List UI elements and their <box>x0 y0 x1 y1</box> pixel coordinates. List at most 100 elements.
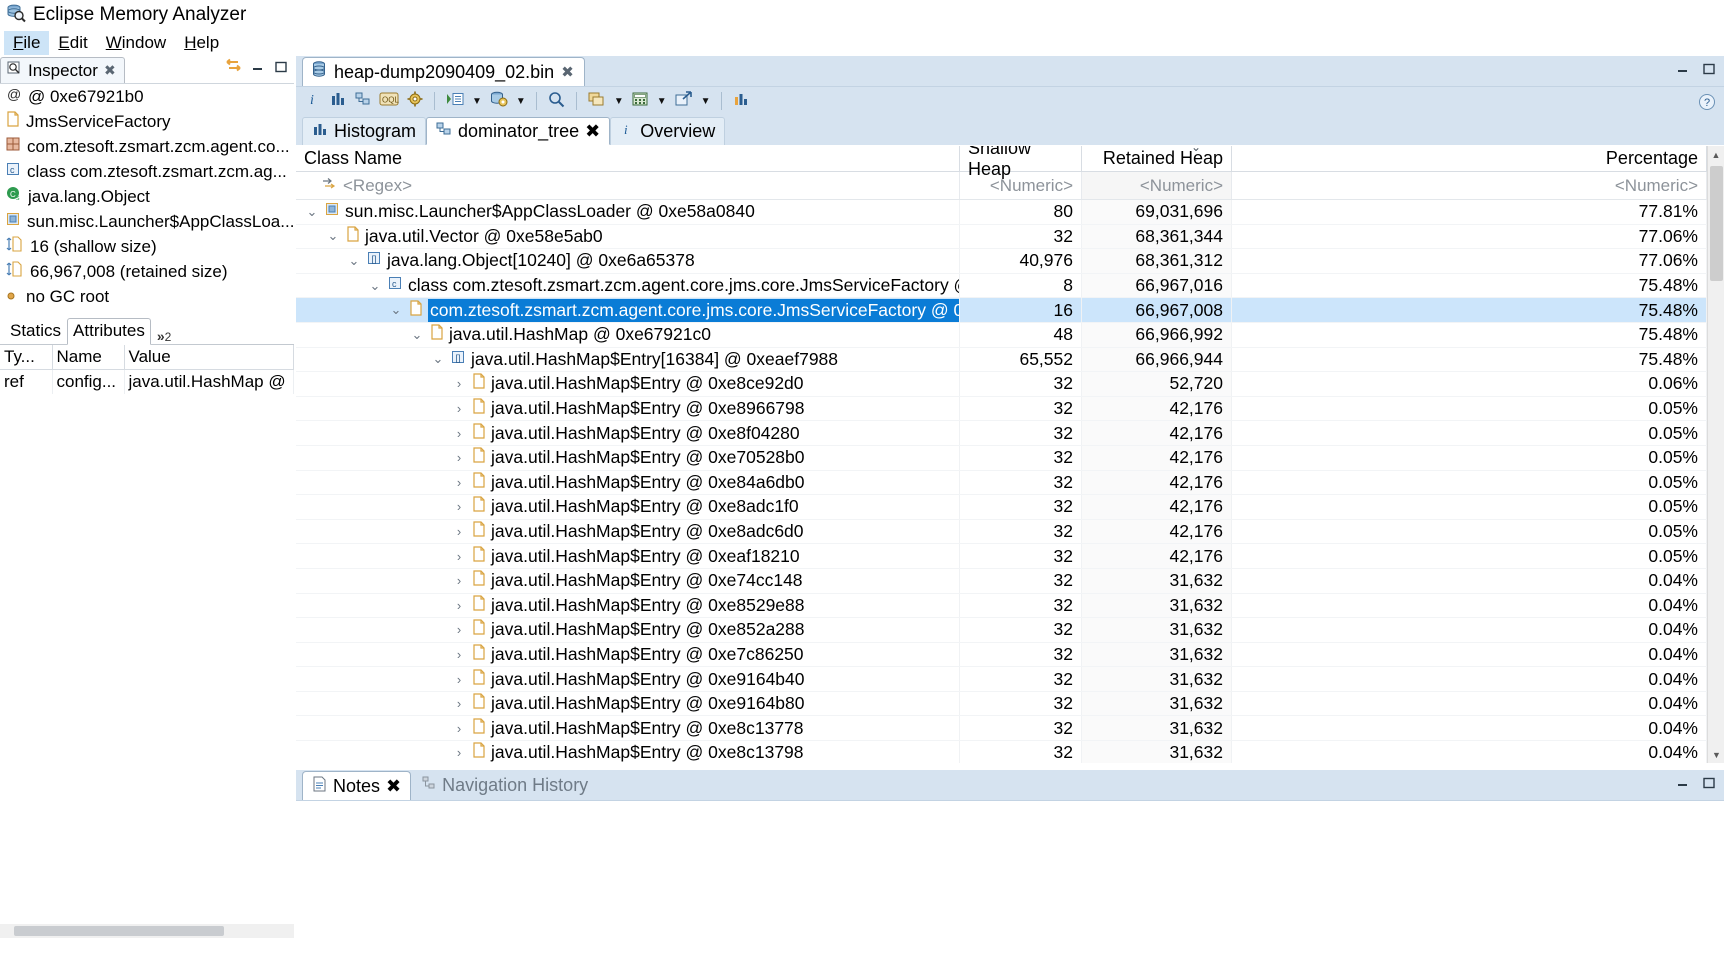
minimize-icon[interactable] <box>1676 774 1690 794</box>
chevron-down-icon[interactable]: ⌄ <box>430 351 446 367</box>
filter-percentage[interactable]: <Numeric> <box>1232 172 1707 199</box>
run-expert-system-icon[interactable] <box>445 90 465 113</box>
info-icon[interactable]: i <box>304 90 322 113</box>
chevron-right-icon[interactable]: › <box>451 672 467 687</box>
tab-notes[interactable]: Notes ✖ <box>302 771 412 800</box>
minimize-icon[interactable] <box>251 58 265 78</box>
chevron-down-icon[interactable]: ▼ <box>657 96 667 107</box>
chevron-right-icon[interactable]: › <box>451 376 467 391</box>
table-row[interactable]: › java.util.HashMap$Entry @ 0xe70528b0 32 4… <box>296 445 1707 471</box>
find-icon[interactable] <box>547 90 566 113</box>
chevron-right-icon[interactable]: › <box>451 573 467 588</box>
table-row[interactable]: ⌄ java.util.Vector @ 0xe58e5ab0 32 68,361,3… <box>296 224 1707 250</box>
filter-class-name[interactable]: <Regex> <box>296 172 960 199</box>
table-row[interactable]: › java.util.HashMap$Entry @ 0xe852a288 32 3… <box>296 618 1707 643</box>
tab-overview[interactable]: i Overview <box>610 117 726 145</box>
chevron-down-icon[interactable]: ⌄ <box>346 253 362 269</box>
maximize-icon[interactable] <box>1702 774 1716 794</box>
tab-attributes[interactable]: Attributes <box>67 318 151 345</box>
oql-icon[interactable]: OQL <box>379 90 399 113</box>
table-row[interactable]: › java.util.HashMap$Entry @ 0xeaf18210 32 4… <box>296 544 1707 569</box>
notes-editor[interactable] <box>296 800 1724 967</box>
histogram-icon[interactable] <box>329 90 347 113</box>
column-header-shallow-heap[interactable]: Shallow Heap <box>960 146 1082 179</box>
table-vertical-scrollbar[interactable]: ▲ ▼ <box>1707 146 1724 763</box>
column-header-percentage[interactable]: Percentage <box>1232 146 1707 171</box>
column-header-value[interactable]: Value <box>124 345 294 370</box>
dominator-tree-icon[interactable] <box>354 90 372 113</box>
chevron-right-icon[interactable]: › <box>451 401 467 416</box>
table-row[interactable]: › java.util.HashMap$Entry @ 0xe8c13778 32 3… <box>296 716 1707 742</box>
column-header-name[interactable]: Name <box>52 345 125 370</box>
chevron-right-icon[interactable]: › <box>451 647 467 662</box>
link-with-editor-icon[interactable] <box>225 58 242 78</box>
tab-statics[interactable]: Statics <box>4 318 67 344</box>
table-row[interactable]: › java.util.HashMap$Entry @ 0xe8c13798 32 3… <box>296 741 1707 763</box>
table-row[interactable]: › java.util.HashMap$Entry @ 0xe8966798 32 4… <box>296 396 1707 422</box>
scrollbar-thumb[interactable] <box>1710 166 1723 281</box>
tab-histogram[interactable]: Histogram <box>302 117 427 145</box>
chevron-right-icon[interactable]: › <box>451 426 467 441</box>
close-icon[interactable]: ✖ <box>561 63 574 81</box>
tab-heap-dump[interactable]: heap-dump2090409_02.bin ✖ <box>302 57 585 86</box>
table-row[interactable]: ⌄ sun.misc.Launcher$AppClassLoader @ 0xe5… <box>296 200 1707 225</box>
table-row[interactable]: › java.util.HashMap$Entry @ 0xe8adc6d0 32 4… <box>296 519 1707 545</box>
column-header-class-name[interactable]: Class Name <box>296 146 960 171</box>
column-header-retained-heap[interactable]: ⌄ Retained Heap <box>1082 146 1232 171</box>
table-row[interactable]: › java.util.HashMap$Entry @ 0xe84a6db0 32 4… <box>296 470 1707 496</box>
chevron-down-icon[interactable]: ▼ <box>516 96 526 107</box>
chevron-down-icon[interactable]: ▼ <box>614 96 624 107</box>
chevron-down-icon[interactable]: ⌄ <box>388 302 404 318</box>
maximize-icon[interactable] <box>1702 60 1716 80</box>
table-row[interactable]: ⌄ [] java.lang.Object[10240] @ 0xe6a65378 4… <box>296 249 1707 274</box>
table-row[interactable]: › java.util.HashMap$Entry @ 0xe8adc1f0 32 4… <box>296 495 1707 520</box>
chevron-right-icon[interactable]: › <box>451 745 467 760</box>
chevron-right-icon[interactable]: › <box>451 524 467 539</box>
chevron-down-icon[interactable]: ▼ <box>701 96 711 107</box>
chevron-down-icon[interactable]: ⌄ <box>325 228 341 244</box>
table-row[interactable]: ⌄ com.ztesoft.zsmart.zcm.agent.core.jms.c… <box>296 298 1707 323</box>
chevron-right-icon[interactable]: › <box>451 622 467 637</box>
scroll-up-icon[interactable]: ▲ <box>1708 146 1724 163</box>
menu-edit[interactable]: Edit <box>49 31 96 55</box>
help-icon[interactable]: ? <box>1698 93 1716 116</box>
chevron-down-icon[interactable]: ▼ <box>472 96 482 107</box>
chevron-right-icon[interactable]: › <box>451 499 467 514</box>
menu-file[interactable]: File <box>4 31 50 55</box>
compare-icon[interactable] <box>732 90 751 113</box>
table-row[interactable]: ⌄ c class com.ztesoft.zsmart.zcm.agent.cor… <box>296 273 1707 299</box>
minimize-icon[interactable] <box>1676 60 1690 80</box>
inspector-horizontal-scrollbar[interactable] <box>0 924 294 938</box>
chevron-right-icon[interactable]: › <box>451 475 467 490</box>
table-row[interactable]: › java.util.HashMap$Entry @ 0xe7c86250 32 3… <box>296 642 1707 668</box>
menu-window[interactable]: Window <box>97 31 175 55</box>
table-row[interactable]: › java.util.HashMap$Entry @ 0xe9164b40 32 3… <box>296 667 1707 692</box>
close-icon[interactable]: ✖ <box>386 776 401 797</box>
query-browser-icon[interactable] <box>489 90 509 113</box>
inspections-icon[interactable] <box>406 90 424 113</box>
close-icon[interactable]: ✖ <box>585 121 600 142</box>
scrollbar-thumb[interactable] <box>14 926 224 936</box>
export-icon[interactable] <box>674 90 694 113</box>
subtab-overflow-button[interactable]: »2 <box>151 328 171 344</box>
table-row[interactable]: › java.util.HashMap$Entry @ 0xe9164b80 32 3… <box>296 691 1707 717</box>
chevron-right-icon[interactable]: › <box>451 450 467 465</box>
chevron-right-icon[interactable]: › <box>451 721 467 736</box>
tab-navigation-history[interactable]: Navigation History <box>411 771 598 800</box>
tab-inspector[interactable]: Inspector ✖ <box>0 57 125 83</box>
table-row[interactable]: › java.util.HashMap$Entry @ 0xe8ce92d0 32 5… <box>296 372 1707 397</box>
chevron-down-icon[interactable]: ⌄ <box>367 278 383 294</box>
table-row[interactable]: ⌄ [] java.util.HashMap$Entry[16384] @ 0xea… <box>296 347 1707 373</box>
table-row[interactable]: › java.util.HashMap$Entry @ 0xe8f04280 32 4… <box>296 421 1707 446</box>
menu-help[interactable]: Help <box>175 31 228 55</box>
chevron-down-icon[interactable]: ⌄ <box>409 327 425 343</box>
close-icon[interactable]: ✖ <box>104 62 116 79</box>
table-row[interactable]: ⌄ java.util.HashMap @ 0xe67921c0 48 66,966,… <box>296 322 1707 348</box>
calculator-icon[interactable] <box>631 90 650 113</box>
group-by-icon[interactable] <box>587 90 607 113</box>
maximize-icon[interactable] <box>274 58 288 78</box>
table-row[interactable]: ref config... java.util.HashMap @ <box>0 369 294 394</box>
chevron-down-icon[interactable]: ⌄ <box>304 204 320 220</box>
filter-retained-heap[interactable]: <Numeric> <box>1082 172 1232 199</box>
scroll-down-icon[interactable]: ▼ <box>1708 746 1724 763</box>
